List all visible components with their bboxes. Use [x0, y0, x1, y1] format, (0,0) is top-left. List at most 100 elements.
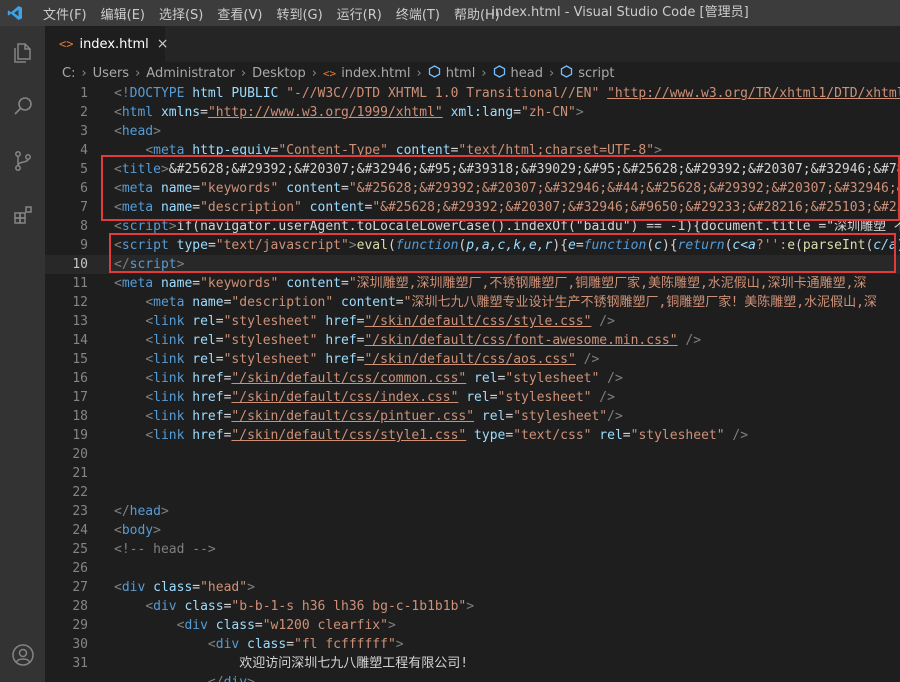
code-token: < — [145, 599, 154, 614]
code-token: type — [466, 428, 506, 443]
tab-index-html[interactable]: <> index.html × — [45, 26, 169, 62]
line-number: 12 — [72, 295, 88, 310]
menu-edit[interactable]: 编辑(E) — [94, 4, 152, 23]
line-number: 7 — [80, 200, 88, 215]
code-token: "深圳七九八雕塑专业设计生产不锈钢雕塑厂,铜雕塑厂家！美陈雕塑,水泥假山,深 — [403, 295, 877, 310]
code-line: 18 <link href="/skin/default/css/pintuer… — [45, 407, 900, 426]
extensions-icon[interactable] — [0, 188, 45, 242]
chevron-right-icon: › — [311, 65, 317, 81]
menu-selection[interactable]: 选择(S) — [152, 4, 210, 23]
code-token: link — [153, 371, 185, 386]
menu-go[interactable]: 转到(G) — [269, 4, 329, 23]
line-number: 10 — [72, 257, 88, 272]
line-number: 3 — [80, 124, 88, 139]
code-token: > — [575, 105, 584, 120]
menu-bar: 文件(F) 编辑(E) 选择(S) 查看(V) 转到(G) 运行(R) 终端(T… — [36, 4, 507, 23]
menu-file[interactable]: 文件(F) — [36, 4, 94, 23]
code-text: <div class="head"> — [114, 578, 255, 597]
code-token: "stylesheet" — [505, 371, 600, 386]
code-token: body — [121, 523, 154, 538]
breadcrumb-users[interactable]: Users — [93, 66, 129, 81]
code-text: <!DOCTYPE html PUBLIC "-//W3C//DTD XHTML… — [114, 84, 900, 103]
code-token: <!-- head --> — [114, 542, 216, 557]
line-number: 25 — [72, 542, 88, 557]
code-token: </ — [114, 504, 130, 519]
code-token: = — [215, 314, 224, 329]
code-token: < — [114, 276, 122, 291]
code-text: </div> — [114, 673, 255, 682]
code-line: 26 — [45, 559, 900, 578]
code-token: script — [121, 219, 169, 234]
highlight-box-script — [109, 233, 896, 273]
code-token: "w1200 clearfix" — [262, 618, 388, 633]
code-token: < — [114, 580, 122, 595]
breadcrumb-script[interactable]: script — [578, 66, 614, 81]
code-token: = — [200, 105, 208, 120]
code-token: "text/css" — [513, 428, 592, 443]
line-number: 14 — [72, 333, 88, 348]
code-text: <!-- head --> — [114, 540, 216, 559]
code-token: link — [153, 428, 185, 443]
code-token: "description" — [231, 295, 334, 310]
code-token: /> — [575, 352, 600, 367]
breadcrumb-desktop[interactable]: Desktop — [252, 66, 306, 81]
source-control-icon[interactable] — [0, 134, 45, 188]
breadcrumb-html[interactable]: html — [446, 66, 476, 81]
account-icon[interactable] — [0, 628, 45, 682]
code-line: 3 <head> — [45, 122, 900, 141]
chevron-right-icon: › — [240, 65, 247, 81]
code-token: href — [317, 352, 357, 367]
code-token: div — [153, 599, 177, 614]
code-token: "/skin/default/css/style1.css" — [231, 428, 467, 443]
code-token: content — [333, 295, 396, 310]
breadcrumb-drive[interactable]: C: — [62, 66, 75, 81]
code-token: /> — [607, 409, 623, 424]
code-token: < — [145, 352, 154, 367]
code-line: 28 <div class="b-b-1-s h36 lh36 bg-c-1b1… — [45, 597, 900, 616]
code-text: <body> — [114, 521, 161, 540]
code-token: meta — [121, 276, 154, 291]
code-token: rel — [184, 333, 216, 348]
breadcrumb-administrator[interactable]: Administrator — [146, 66, 235, 81]
code-token: = — [395, 295, 404, 310]
breadcrumb-head[interactable]: head — [511, 66, 543, 81]
code-token: "深圳雕塑,深圳雕塑厂,不锈钢雕塑厂,铜雕塑厂家,美陈雕塑,水泥假山,深圳卡通雕… — [348, 276, 867, 291]
search-icon[interactable] — [0, 80, 45, 134]
code-token: "stylesheet" — [513, 409, 608, 424]
code-text: <html xmlns="http://www.w3.org/1999/xhtm… — [114, 103, 584, 122]
line-number: 30 — [72, 637, 88, 652]
code-text: <link rel="stylesheet" href="/skin/defau… — [114, 331, 701, 350]
code-token: /> — [591, 314, 615, 329]
code-token: "zh-CN" — [521, 105, 576, 120]
code-token: div — [121, 580, 146, 595]
code-line: 21 — [45, 464, 900, 483]
code-token: "fl fcffffff" — [294, 637, 396, 652]
code-token: < — [207, 637, 216, 652]
line-number: 9 — [80, 238, 88, 253]
code-token: DOCTYPE — [129, 86, 185, 101]
menu-help[interactable]: 帮助(H) — [447, 4, 507, 23]
code-token: link — [153, 409, 185, 424]
menu-run[interactable]: 运行(R) — [330, 4, 389, 23]
explorer-icon[interactable] — [0, 26, 45, 80]
code-token: name — [153, 276, 193, 291]
code-token: < — [114, 105, 122, 120]
code-text: <div class="fl fcffffff"> — [114, 635, 404, 654]
menu-view[interactable]: 查看(V) — [210, 4, 269, 23]
code-token: "http://www.w3.org/1999/xhtml" — [207, 105, 443, 120]
close-icon[interactable]: × — [157, 36, 169, 52]
code-text: <meta name="keywords" content="深圳雕塑,深圳雕塑… — [114, 274, 866, 293]
code-token: "head" — [200, 580, 248, 595]
breadcrumb-file[interactable]: index.html — [341, 66, 410, 81]
code-token: xmlns — [153, 105, 201, 120]
code-token: link — [153, 333, 185, 348]
code-token: > — [160, 504, 169, 519]
menu-terminal[interactable]: 终端(T) — [389, 4, 447, 23]
code-token: > — [153, 124, 161, 139]
editor-tabs: <> index.html × — [45, 26, 900, 62]
symbol-element-icon — [428, 64, 441, 82]
code-line: 22 — [45, 483, 900, 502]
code-token: if(navigator.userAgent.toLocaleLowerCase… — [176, 219, 900, 234]
highlight-box-title-meta — [101, 155, 900, 221]
